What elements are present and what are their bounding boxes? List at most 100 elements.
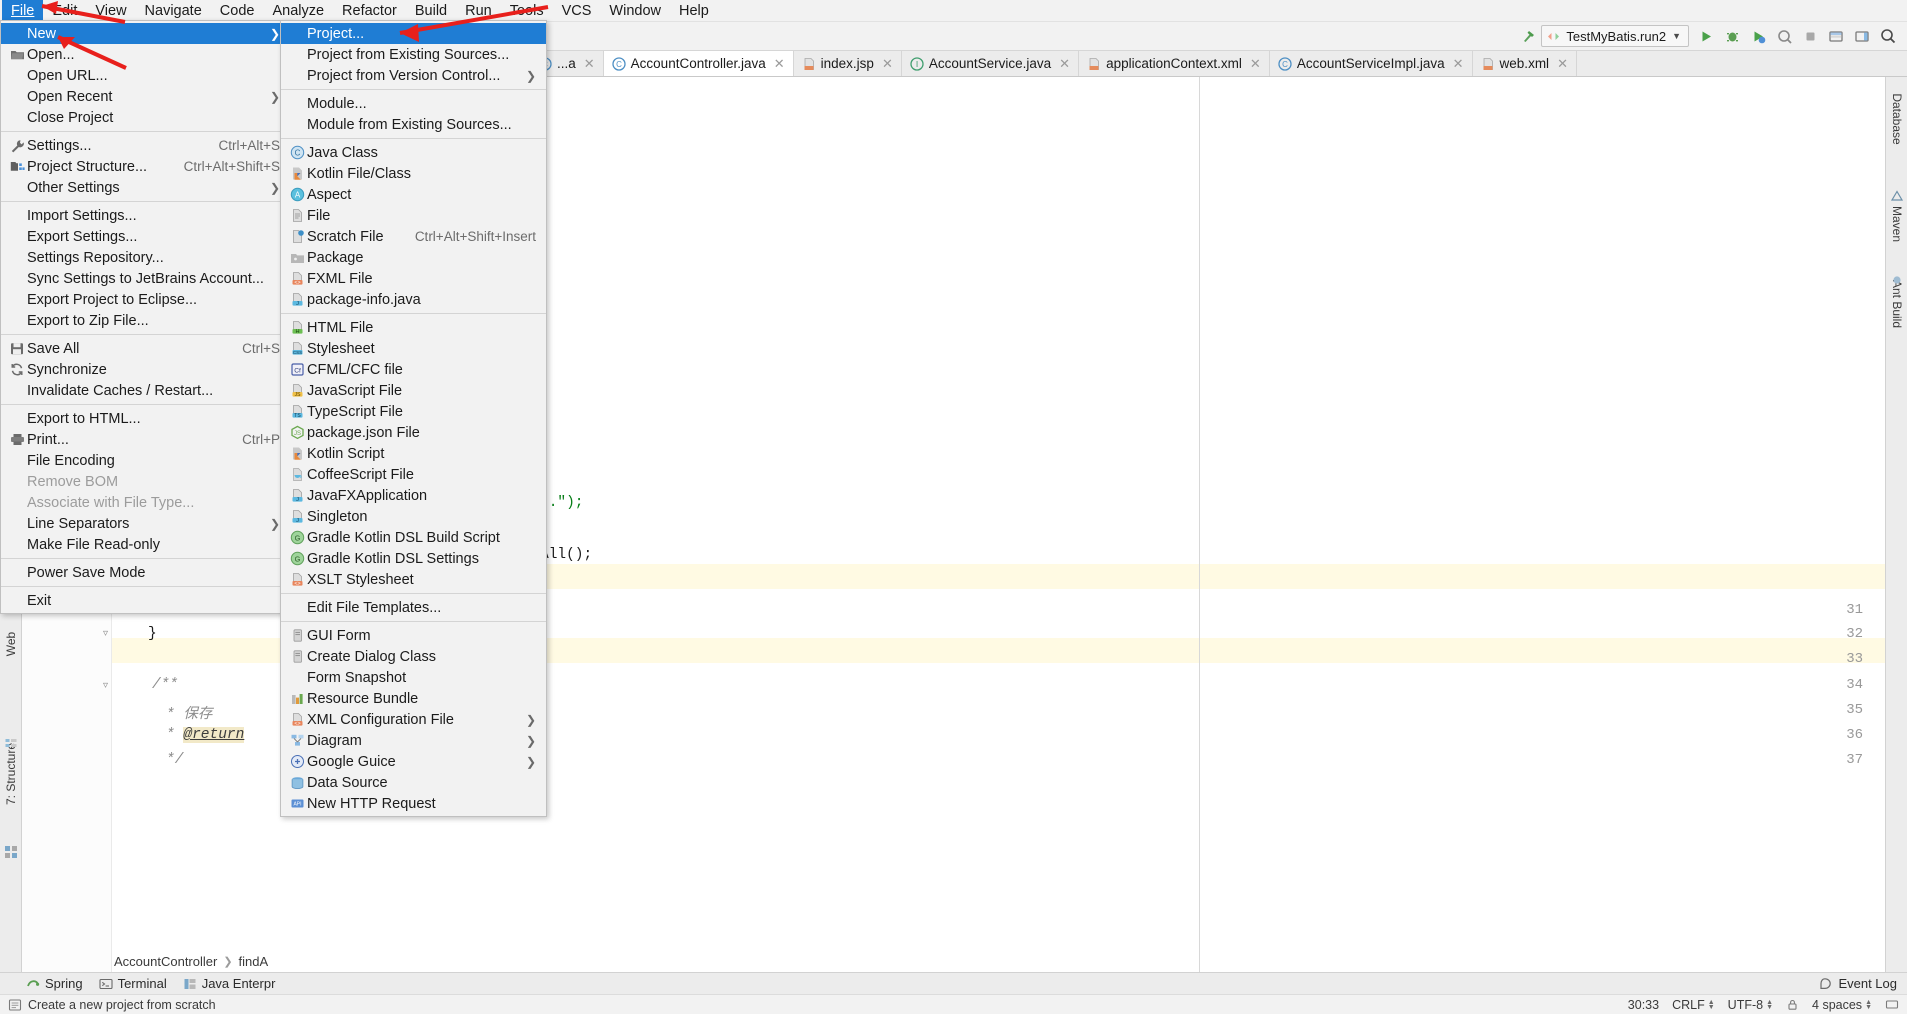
search-everywhere-icon[interactable] bbox=[1875, 24, 1901, 48]
submenu-item-module[interactable]: Module... bbox=[281, 93, 546, 114]
submenu-item-create-dialog-class[interactable]: Create Dialog Class bbox=[281, 646, 546, 667]
menu-navigate[interactable]: Navigate bbox=[136, 0, 211, 22]
menu-item-settings[interactable]: Settings... Ctrl+Alt+S bbox=[1, 135, 290, 156]
right-dock-item-maven[interactable]: Maven bbox=[1890, 206, 1904, 242]
menu-item-save-all[interactable]: Save All Ctrl+S bbox=[1, 338, 290, 359]
menu-item-sync-settings-jetbrains[interactable]: Sync Settings to JetBrains Account... bbox=[1, 268, 290, 289]
left-dock-item-structure[interactable]: 7: Structure bbox=[4, 743, 18, 805]
caret-position[interactable]: 30:33 bbox=[1628, 998, 1659, 1012]
submenu-item-kotlin-file-class[interactable]: Kotlin File/Class bbox=[281, 163, 546, 184]
menu-file[interactable]: File bbox=[2, 0, 44, 22]
submenu-item-scratch-file[interactable]: Scratch File Ctrl+Alt+Shift+Insert bbox=[281, 226, 546, 247]
menu-item-open-url[interactable]: Open URL... bbox=[1, 65, 290, 86]
submenu-item-module-existing-sources[interactable]: Module from Existing Sources... bbox=[281, 114, 546, 135]
submenu-item-xml-configuration-file[interactable]: <> XML Configuration File ❯ bbox=[281, 709, 546, 730]
tab-account-controller[interactable]: C AccountController.java ✕ bbox=[603, 51, 794, 76]
menu-item-import-settings[interactable]: Import Settings... bbox=[1, 205, 290, 226]
bottom-item-terminal[interactable]: Terminal bbox=[99, 976, 167, 991]
submenu-item-form-snapshot[interactable]: Form Snapshot bbox=[281, 667, 546, 688]
submenu-item-typescript-file[interactable]: TS TypeScript File bbox=[281, 401, 546, 422]
new-submenu-dropdown[interactable]: Project... Project from Existing Sources… bbox=[280, 20, 547, 817]
menu-item-new[interactable]: New ❯ bbox=[1, 23, 290, 44]
submenu-item-javascript-file[interactable]: JS JavaScript File bbox=[281, 380, 546, 401]
menu-item-line-separators[interactable]: Line Separators ❯ bbox=[1, 513, 290, 534]
menu-item-exit[interactable]: Exit bbox=[1, 590, 290, 611]
file-menu-dropdown[interactable]: New ❯ Open... Open URL... Open Recent ❯ … bbox=[0, 20, 291, 614]
menu-tools[interactable]: Tools bbox=[501, 0, 553, 22]
breadcrumb-method[interactable]: findA bbox=[239, 954, 269, 969]
fold-marker-icon[interactable]: ▿ bbox=[100, 628, 111, 639]
submenu-item-package-json-file[interactable]: JS package.json File bbox=[281, 422, 546, 443]
menu-item-power-save-mode[interactable]: Power Save Mode bbox=[1, 562, 290, 583]
chevron-down-icon[interactable]: ▼ bbox=[1672, 31, 1681, 41]
menu-item-export-html[interactable]: Export to HTML... bbox=[1, 408, 290, 429]
menu-item-open-recent[interactable]: Open Recent ❯ bbox=[1, 86, 290, 107]
menu-item-other-settings[interactable]: Other Settings ❯ bbox=[1, 177, 290, 198]
grid-icon[interactable] bbox=[4, 845, 18, 859]
tab-application-context-xml[interactable]: applicationContext.xml ✕ bbox=[1079, 51, 1270, 76]
layout-icon[interactable] bbox=[1849, 24, 1875, 48]
menu-item-print[interactable]: Print... Ctrl+P bbox=[1, 429, 290, 450]
submenu-item-singleton[interactable]: J Singleton bbox=[281, 506, 546, 527]
stop-icon[interactable] bbox=[1797, 24, 1823, 48]
indent-selector[interactable]: 4 spaces ▲ ▼ bbox=[1812, 998, 1872, 1012]
tab-account-service-impl[interactable]: C AccountServiceImpl.java ✕ bbox=[1269, 51, 1473, 76]
submenu-item-gui-form[interactable]: GUI Form bbox=[281, 625, 546, 646]
menu-run[interactable]: Run bbox=[456, 0, 501, 22]
close-icon[interactable]: ✕ bbox=[1557, 56, 1568, 72]
submenu-item-project-existing-sources[interactable]: Project from Existing Sources... bbox=[281, 44, 546, 65]
submenu-item-project[interactable]: Project... bbox=[281, 23, 546, 44]
menu-item-project-structure[interactable]: Project Structure... Ctrl+Alt+Shift+S bbox=[1, 156, 290, 177]
close-icon[interactable]: ✕ bbox=[584, 56, 595, 72]
breadcrumb-class[interactable]: AccountController bbox=[114, 954, 217, 969]
menu-item-export-settings[interactable]: Export Settings... bbox=[1, 226, 290, 247]
line-separator-selector[interactable]: CRLF ▲ ▼ bbox=[1672, 998, 1715, 1012]
close-icon[interactable]: ✕ bbox=[774, 56, 785, 72]
tab-account-service[interactable]: I AccountService.java ✕ bbox=[901, 51, 1080, 76]
submenu-item-html-file[interactable]: H HTML File bbox=[281, 317, 546, 338]
submenu-item-package[interactable]: Package bbox=[281, 247, 546, 268]
menu-item-close-project[interactable]: Close Project bbox=[1, 107, 290, 128]
bottom-item-spring[interactable]: Spring bbox=[26, 976, 83, 991]
submenu-item-kotlin-script[interactable]: Kotlin Script bbox=[281, 443, 546, 464]
submenu-item-stylesheet[interactable]: CSS Stylesheet bbox=[281, 338, 546, 359]
hammer-icon[interactable] bbox=[1515, 24, 1541, 48]
close-icon[interactable]: ✕ bbox=[882, 56, 893, 72]
submenu-item-resource-bundle[interactable]: Resource Bundle bbox=[281, 688, 546, 709]
encoding-selector[interactable]: UTF-8 ▲ ▼ bbox=[1728, 998, 1773, 1012]
editor-splitter[interactable] bbox=[1199, 77, 1200, 972]
close-icon[interactable]: ✕ bbox=[1059, 56, 1070, 72]
menu-edit[interactable]: Edit bbox=[43, 0, 86, 22]
submenu-item-xslt-stylesheet[interactable]: <> XSLT Stylesheet bbox=[281, 569, 546, 590]
profile-icon[interactable] bbox=[1771, 24, 1797, 48]
menu-item-export-project-eclipse[interactable]: Export Project to Eclipse... bbox=[1, 289, 290, 310]
submenu-item-fxml-file[interactable]: <> FXML File bbox=[281, 268, 546, 289]
menu-item-file-encoding[interactable]: File Encoding bbox=[1, 450, 290, 471]
bottom-item-java-enterprise[interactable]: Java Enterpr bbox=[183, 976, 275, 991]
fold-marker-icon[interactable]: ▿ bbox=[100, 680, 111, 691]
menu-code[interactable]: Code bbox=[211, 0, 264, 22]
submenu-item-coffeescript-file[interactable]: CoffeeScript File bbox=[281, 464, 546, 485]
memory-indicator[interactable] bbox=[1885, 998, 1899, 1011]
submenu-item-diagram[interactable]: Diagram ❯ bbox=[281, 730, 546, 751]
menu-build[interactable]: Build bbox=[406, 0, 456, 22]
run-configuration-selector[interactable]: TestMyBatis.run2 ▼ bbox=[1541, 25, 1689, 47]
left-dock-item-web[interactable]: Web bbox=[4, 632, 18, 656]
submenu-item-gradle-kotlin-dsl-build-script[interactable]: G Gradle Kotlin DSL Build Script bbox=[281, 527, 546, 548]
submenu-item-new-http-request[interactable]: API New HTTP Request bbox=[281, 793, 546, 814]
right-dock-item-database[interactable]: Database bbox=[1890, 93, 1904, 144]
submenu-item-java-class[interactable]: C Java Class bbox=[281, 142, 546, 163]
close-icon[interactable]: ✕ bbox=[1250, 56, 1261, 72]
menu-refactor[interactable]: Refactor bbox=[333, 0, 406, 22]
menu-item-make-file-read-only[interactable]: Make File Read-only bbox=[1, 534, 290, 555]
menu-analyze[interactable]: Analyze bbox=[263, 0, 333, 22]
menu-view[interactable]: View bbox=[86, 0, 135, 22]
lock-icon[interactable] bbox=[1786, 998, 1799, 1011]
close-icon[interactable]: ✕ bbox=[1453, 56, 1464, 72]
menu-window[interactable]: Window bbox=[600, 0, 670, 22]
menu-item-synchronize[interactable]: Synchronize bbox=[1, 359, 290, 380]
run-icon[interactable] bbox=[1693, 24, 1719, 48]
menu-item-settings-repository[interactable]: Settings Repository... bbox=[1, 247, 290, 268]
run-with-coverage-icon[interactable] bbox=[1745, 24, 1771, 48]
submenu-item-project-version-control[interactable]: Project from Version Control... ❯ bbox=[281, 65, 546, 86]
